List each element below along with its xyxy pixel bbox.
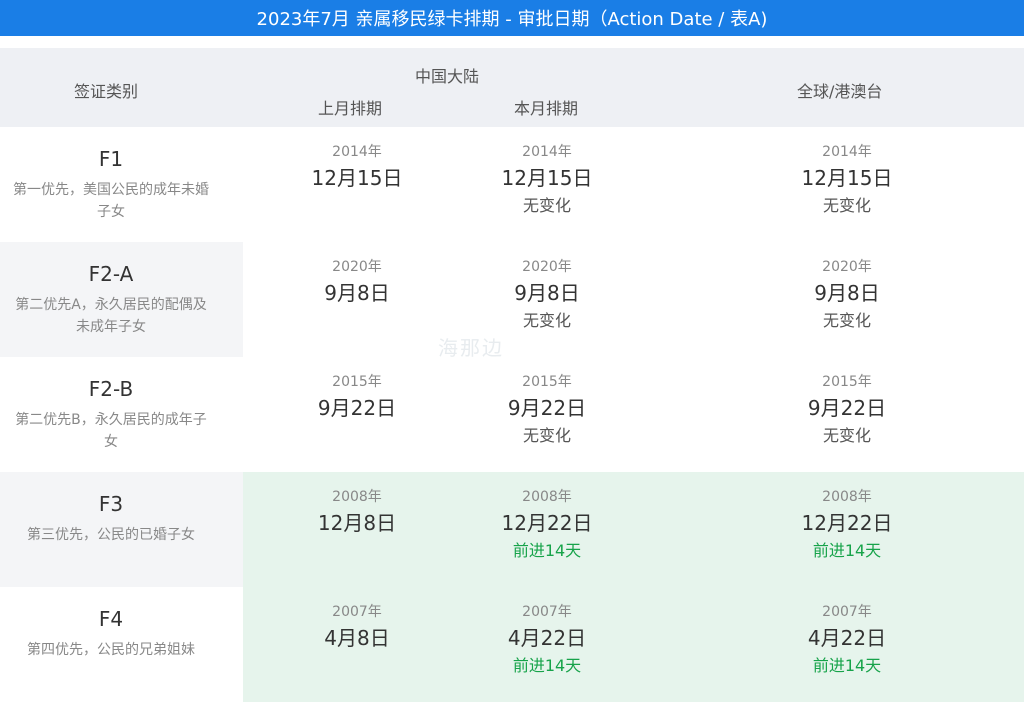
last-month-cell: 2014年 12月15日 [262,141,452,193]
table-row-f3: F3 第三优先，公民的已婚子女 2008年 12月8日 2008年 12月22日… [0,472,1024,587]
header-category: 签证类别 [74,82,139,101]
year: 2008年 [522,489,572,505]
description-line: 第一优先，美国公民的成年未婚 [13,182,209,198]
change-status: 无变化 [522,426,571,445]
description-line: 第二优先A，永久居民的配偶及 [15,297,207,313]
table-row-f2b: F2-B 第二优先B，永久居民的成年子 女 2015年 9月22日 2015年 … [0,357,1024,472]
global-cell: 2020年 9月8日 无变化 [752,256,942,334]
change-status-advance: 前进14天 [812,541,882,560]
table-row-f1: F1 第一优先，美国公民的成年未婚 子女 2014年 12月15日 2014年 … [0,127,1024,242]
month-day: 12月22日 [501,511,593,535]
category-description: 第一优先，美国公民的成年未婚 子女 [0,179,222,223]
year: 2007年 [822,604,872,620]
month-day: 9月22日 [807,396,887,420]
this-month-cell: 2008年 12月22日 前进14天 [452,486,642,564]
category-code: F3 [98,492,124,516]
month-day: 12月15日 [801,166,893,190]
global-cell: 2015年 9月22日 无变化 [752,371,942,449]
category-code: F4 [98,607,124,631]
description-line: 第二优先B，永久居民的成年子 [15,412,207,428]
month-day: 9月8日 [814,281,880,305]
year: 2015年 [332,374,382,390]
month-day: 9月8日 [514,281,580,305]
this-month-cell: 2014年 12月15日 无变化 [452,141,642,219]
year: 2008年 [332,489,382,505]
category-description: 第三优先，公民的已婚子女 [0,524,222,546]
watermark: 海那边 [438,336,504,360]
change-status-advance: 前进14天 [512,541,582,560]
month-day: 9月22日 [507,396,587,420]
description-line: 第四优先，公民的兄弟姐妹 [27,642,195,658]
last-month-cell: 2007年 4月8日 [262,601,452,653]
header-last-month: 上月排期 [318,99,383,118]
change-status-advance: 前进14天 [512,656,582,675]
global-cell: 2014年 12月15日 无变化 [752,141,942,219]
global-cell: 2007年 4月22日 前进14天 [752,601,942,679]
header-china-mainland: 中国大陆 [415,67,480,86]
category-description: 第二优先B，永久居民的成年子 女 [0,409,222,453]
category-description: 第四优先，公民的兄弟姐妹 [0,639,222,661]
category-code: F1 [98,147,124,171]
description-line: 女 [104,434,118,450]
year: 2014年 [332,144,382,160]
description-line: 子女 [97,204,125,220]
description-line: 第三优先，公民的已婚子女 [27,527,195,543]
month-day: 12月22日 [801,511,893,535]
year: 2020年 [822,259,872,275]
month-day: 4月8日 [324,626,390,650]
change-status-advance: 前进14天 [812,656,882,675]
spacer [0,36,1024,48]
table-row-f4: F4 第四优先，公民的兄弟姐妹 2007年 4月8日 2007年 4月22日 前… [0,587,1024,702]
category-code: F2-A [88,262,134,286]
this-month-cell: 2007年 4月22日 前进14天 [452,601,642,679]
change-status: 无变化 [822,426,871,445]
year: 2014年 [822,144,872,160]
year: 2015年 [822,374,872,390]
last-month-cell: 2008年 12月8日 [262,486,452,538]
this-month-cell: 2020年 9月8日 无变化 [452,256,642,334]
description-line: 未成年子女 [76,319,146,335]
month-day: 9月8日 [324,281,390,305]
last-month-cell: 2020年 9月8日 [262,256,452,308]
header-this-month: 本月排期 [514,99,579,118]
year: 2007年 [522,604,572,620]
category-description: 第二优先A，永久居民的配偶及 未成年子女 [0,294,222,338]
last-month-cell: 2015年 9月22日 [262,371,452,423]
month-day: 9月22日 [317,396,397,420]
year: 2007年 [332,604,382,620]
month-day: 12月15日 [501,166,593,190]
year: 2020年 [522,259,572,275]
year: 2015年 [522,374,572,390]
change-status: 无变化 [522,196,571,215]
global-cell: 2008年 12月22日 前进14天 [752,486,942,564]
table-row-f2a: F2-A 第二优先A，永久居民的配偶及 未成年子女 2020年 9月8日 202… [0,242,1024,357]
table-header: 签证类别 中国大陆 上月排期 本月排期 全球/港澳台 [0,48,1024,127]
year: 2008年 [822,489,872,505]
year: 2014年 [522,144,572,160]
header-global: 全球/港澳台 [797,82,883,101]
month-day: 4月22日 [807,626,887,650]
month-day: 12月15日 [311,166,403,190]
this-month-cell: 2015年 9月22日 无变化 [452,371,642,449]
change-status: 无变化 [522,311,571,330]
category-code: F2-B [88,377,134,401]
year: 2020年 [332,259,382,275]
change-status: 无变化 [822,196,871,215]
change-status: 无变化 [822,311,871,330]
month-day: 12月8日 [317,511,397,535]
page-title: 2023年7月 亲属移民绿卡排期 - 审批日期（Action Date / 表A… [0,0,1024,36]
month-day: 4月22日 [507,626,587,650]
